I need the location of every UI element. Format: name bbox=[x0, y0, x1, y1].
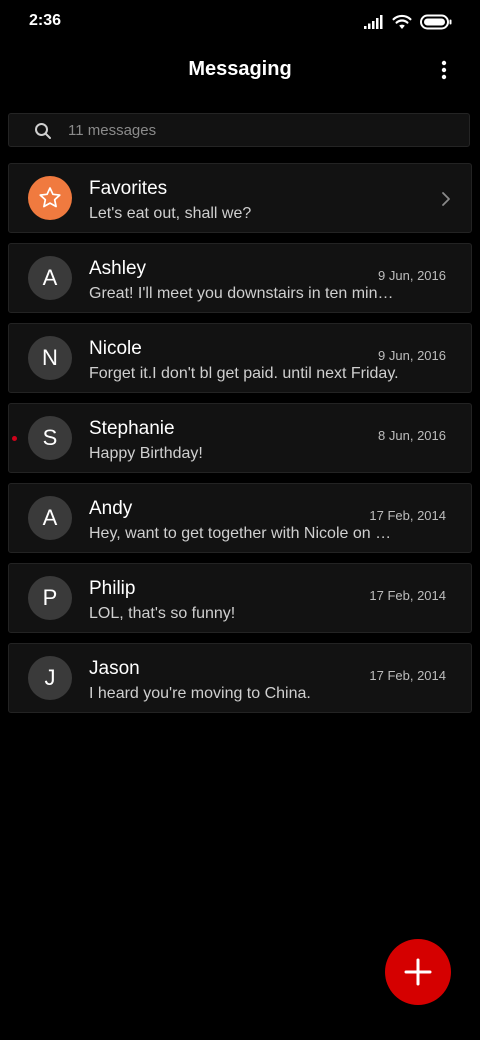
message-date: 9 Jun, 2016 bbox=[378, 348, 446, 363]
wifi-icon bbox=[392, 14, 412, 29]
avatar: N bbox=[28, 336, 72, 380]
favorites-preview: Let's eat out, shall we? bbox=[89, 205, 252, 222]
unread-indicator bbox=[12, 436, 17, 441]
search-bar[interactable]: 11 messages bbox=[8, 113, 470, 147]
favorites-avatar bbox=[28, 176, 72, 220]
star-icon bbox=[39, 187, 61, 208]
page-title: Messaging bbox=[188, 58, 292, 80]
message-date: 17 Feb, 2014 bbox=[369, 508, 446, 523]
conversation-item-nicole[interactable]: N Nicole 9 Jun, 2016 Forget it.I don't b… bbox=[8, 323, 472, 393]
status-icons bbox=[364, 12, 452, 32]
more-options-button[interactable] bbox=[432, 56, 456, 84]
message-date: 8 Jun, 2016 bbox=[378, 428, 446, 443]
app-header: Messaging bbox=[0, 48, 480, 92]
plus-icon bbox=[404, 958, 432, 986]
message-preview: Forget it.I don't bl get paid. until nex… bbox=[89, 365, 399, 382]
status-bar: 2:36 bbox=[0, 0, 480, 44]
conversation-item-andy[interactable]: A Andy 17 Feb, 2014 Hey, want to get tog… bbox=[8, 483, 472, 553]
conversation-list: Favorites Let's eat out, shall we? A Ash… bbox=[8, 163, 472, 723]
message-preview: I heard you're moving to China. bbox=[89, 685, 311, 702]
conversation-item-jason[interactable]: J Jason 17 Feb, 2014 I heard you're movi… bbox=[8, 643, 472, 713]
avatar: A bbox=[28, 496, 72, 540]
contact-name: Ashley bbox=[89, 258, 147, 279]
search-icon bbox=[35, 123, 51, 139]
more-vert-icon bbox=[441, 60, 447, 80]
status-time: 2:36 bbox=[29, 12, 62, 29]
contact-name: Nicole bbox=[89, 338, 142, 359]
message-preview: Great! I'll meet you downstairs in ten m… bbox=[89, 285, 399, 302]
avatar: J bbox=[28, 656, 72, 700]
message-preview: LOL, that's so funny! bbox=[89, 605, 236, 622]
conversation-item-philip[interactable]: P Philip 17 Feb, 2014 LOL, that's so fun… bbox=[8, 563, 472, 633]
signal-icon bbox=[364, 15, 383, 29]
message-preview: Happy Birthday! bbox=[89, 445, 203, 462]
battery-icon bbox=[420, 14, 452, 30]
contact-name: Stephanie bbox=[89, 418, 175, 439]
avatar: P bbox=[28, 576, 72, 620]
avatar: A bbox=[28, 256, 72, 300]
contact-name: Jason bbox=[89, 658, 140, 679]
new-message-button[interactable] bbox=[385, 939, 451, 1005]
message-preview: Hey, want to get together with Nicole on… bbox=[89, 525, 399, 542]
message-date: 17 Feb, 2014 bbox=[369, 668, 446, 683]
favorites-label: Favorites bbox=[89, 178, 168, 199]
conversation-item-stephanie[interactable]: S Stephanie 8 Jun, 2016 Happy Birthday! bbox=[8, 403, 472, 473]
contact-name: Andy bbox=[89, 498, 133, 519]
conversation-item-ashley[interactable]: A Ashley 9 Jun, 2016 Great! I'll meet yo… bbox=[8, 243, 472, 313]
message-date: 17 Feb, 2014 bbox=[369, 588, 446, 603]
avatar: S bbox=[28, 416, 72, 460]
contact-name: Philip bbox=[89, 578, 136, 599]
favorites-item[interactable]: Favorites Let's eat out, shall we? bbox=[8, 163, 472, 233]
search-placeholder: 11 messages bbox=[68, 122, 157, 139]
message-date: 9 Jun, 2016 bbox=[378, 268, 446, 283]
chevron-right-icon bbox=[442, 192, 450, 206]
